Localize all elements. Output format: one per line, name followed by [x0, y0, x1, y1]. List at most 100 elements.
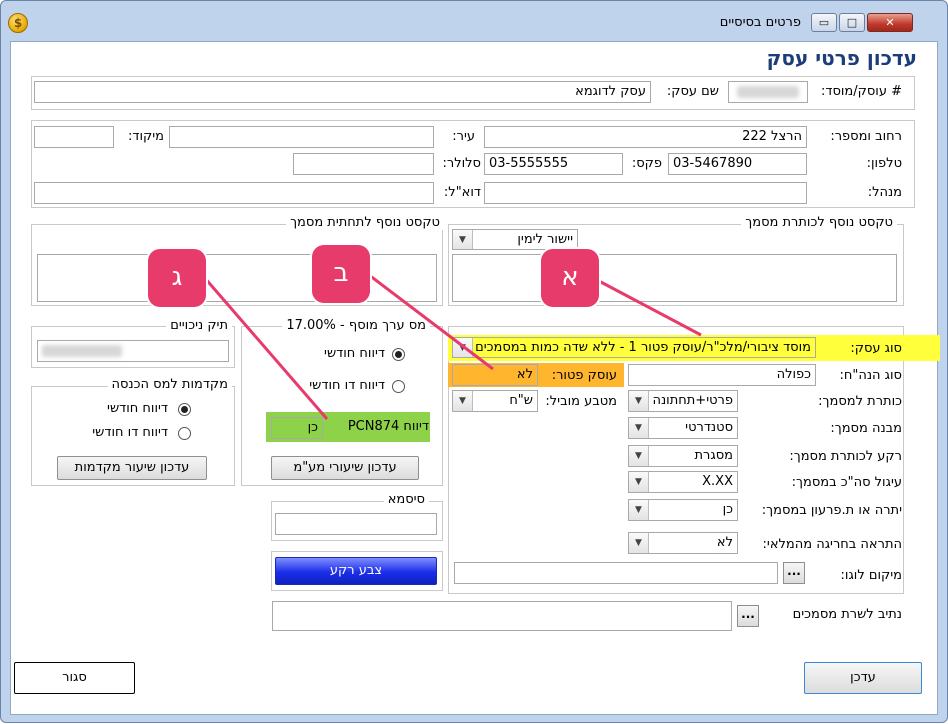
doc-header-value: פרטי+תחתונה: [652, 393, 733, 408]
balance-select[interactable]: ▼ כן: [628, 499, 738, 521]
logo-browse-button[interactable]: ...: [783, 562, 805, 584]
rounding-value: X.XX: [702, 474, 733, 489]
app-window: $ פרטים בסיסיים ▭ □ ✕ עדכון פרטי עסק # ע…: [0, 0, 948, 723]
chevron-down-icon: ▼: [629, 533, 649, 553]
update-button[interactable]: עדכן: [804, 662, 922, 694]
manager-field[interactable]: [484, 182, 807, 204]
logo-label: מיקום לוגו:: [840, 568, 902, 583]
doc-path-label: נתיב לשרת מסמכים: [792, 607, 902, 622]
vat-monthly-label: דיווח חודשי: [324, 346, 385, 361]
vat-bimonthly-radio[interactable]: [392, 380, 405, 393]
fax-field[interactable]: 03-5555555: [484, 153, 623, 175]
currency-select[interactable]: ▼ ש"ח: [452, 390, 538, 412]
deductions-legend: תיק ניכויים: [166, 318, 232, 333]
logo-path-field[interactable]: [454, 562, 778, 584]
header-text-legend: טקסט נוסף לכותרת מסמך: [741, 215, 897, 230]
rounding-label: עיגול סה"כ במסמך:: [791, 475, 902, 490]
business-type-select[interactable]: ▼ מוסד ציבורי/מלכ"ר/עוסק פטור 1 - ללא שד…: [452, 337, 816, 358]
footer-text-legend: טקסט נוסף לתחתית מסמך: [286, 215, 444, 230]
advances-monthly-label: דיווח חודשי: [107, 401, 168, 416]
doc-header-label: כותרת למסמך:: [818, 394, 902, 409]
chevron-down-icon: ▼: [453, 391, 473, 411]
phone-field[interactable]: 03-5467890: [668, 153, 807, 175]
overflow-label: התראה בחריגה מהמלאי:: [762, 537, 902, 552]
header-bg-label: רקע לכותרת מסמך:: [789, 449, 902, 464]
doc-path-browse-button[interactable]: ...: [737, 605, 759, 627]
window-title: פרטים בסיסיים: [719, 15, 801, 30]
rounding-select[interactable]: ▼ X.XX: [628, 471, 738, 493]
email-field[interactable]: [34, 182, 434, 204]
vat-monthly-radio[interactable]: [392, 348, 405, 361]
minimize-button[interactable]: ▭: [811, 13, 837, 32]
header-align-select[interactable]: ▼ יישור לימין: [452, 229, 578, 250]
advances-legend: מקדמות למס הכנסה: [107, 377, 232, 392]
advances-monthly-radio[interactable]: [178, 403, 191, 416]
manager-label: מנהל:: [867, 185, 902, 200]
doc-structure-value: סטנדרטי: [685, 420, 733, 435]
callout-gimel: ג: [148, 249, 206, 307]
footer-text-area[interactable]: [37, 254, 437, 302]
doc-path-field[interactable]: [272, 601, 732, 631]
city-label: עיר:: [452, 129, 475, 144]
business-type-value: מוסד ציבורי/מלכ"ר/עוסק פטור 1 - ללא שדה …: [475, 340, 811, 355]
vat-legend: מס ערך מוסף - 17.00%: [282, 318, 430, 333]
deductions-field[interactable]: [37, 340, 229, 362]
business-name-label: שם עסק:: [666, 84, 719, 99]
pcn-select[interactable]: כן: [271, 417, 323, 439]
password-legend: סיסמא: [383, 492, 429, 507]
callout-bet: ב: [312, 245, 370, 303]
vat-bimonthly-label: דיווח דו חודשי: [309, 378, 385, 393]
chevron-down-icon: ▼: [629, 472, 649, 492]
exempt-field[interactable]: לא: [452, 364, 538, 386]
pcn-label: דיווח PCN874: [347, 419, 429, 434]
balance-label: יתרה או ת.פרעון במסמך:: [761, 503, 902, 518]
currency-label: מטבע מוביל:: [545, 394, 617, 409]
zip-label: מיקוד:: [128, 129, 164, 144]
business-id-label: # עוסק/מוסד:: [820, 84, 902, 99]
password-field[interactable]: [275, 513, 437, 535]
doc-structure-label: מבנה מסמך:: [830, 421, 902, 436]
balance-value: כן: [722, 502, 733, 517]
business-id-field[interactable]: [728, 81, 808, 103]
chevron-down-icon: ▼: [453, 338, 473, 357]
chevron-down-icon: ▼: [453, 230, 473, 249]
bookkeeping-label: סוג הנה"ח:: [839, 368, 902, 383]
chevron-down-icon: ▼: [629, 446, 649, 466]
chevron-down-icon: ▼: [629, 418, 649, 438]
bookkeeping-field[interactable]: כפולה: [628, 364, 816, 386]
header-text-area[interactable]: [452, 254, 897, 302]
mobile-label: סלולר:: [442, 156, 481, 171]
exempt-label: עוסק פטור:: [551, 368, 617, 383]
header-align-value: יישור לימין: [517, 232, 573, 247]
chevron-down-icon: ▼: [629, 391, 649, 411]
doc-header-select[interactable]: ▼ פרטי+תחתונה: [628, 390, 738, 412]
fax-label: פקס:: [631, 156, 662, 171]
header-bg-value: מסגרת: [694, 448, 733, 463]
zip-field[interactable]: [34, 126, 114, 148]
form-client-area: עדכון פרטי עסק # עוסק/מוסד: שם עסק: עסק …: [10, 41, 940, 715]
bg-color-button[interactable]: צבע רקע: [275, 557, 437, 585]
business-type-label: סוג עסק:: [850, 341, 902, 356]
city-field[interactable]: [169, 126, 434, 148]
overflow-value: לא: [716, 535, 733, 550]
street-label: רחוב ומספר:: [830, 129, 902, 144]
update-advances-button[interactable]: עדכון שיעור מקדמות: [57, 456, 207, 480]
header-bg-select[interactable]: ▼ מסגרת: [628, 445, 738, 467]
callout-alef: א: [541, 249, 599, 307]
phone-label: טלפון:: [866, 156, 902, 171]
mobile-field[interactable]: [293, 153, 434, 175]
coin-icon: $: [8, 13, 28, 33]
doc-structure-select[interactable]: ▼ סטנדרטי: [628, 417, 738, 439]
overflow-select[interactable]: ▼ לא: [628, 532, 738, 554]
street-field[interactable]: הרצל 222: [484, 126, 807, 148]
advances-bimonthly-radio[interactable]: [178, 427, 191, 440]
business-name-field[interactable]: עסק לדוגמא: [34, 81, 651, 103]
close-window-button[interactable]: ✕: [867, 13, 913, 32]
currency-value: ש"ח: [509, 393, 533, 408]
maximize-button[interactable]: □: [839, 13, 865, 32]
title-bar[interactable]: $ פרטים בסיסיים ▭ □ ✕: [1, 1, 947, 41]
close-button[interactable]: סגור: [14, 662, 135, 694]
update-vat-button[interactable]: עדכון שיעורי מע"מ: [271, 456, 419, 480]
advances-bimonthly-label: דיווח דו חודשי: [92, 425, 168, 440]
email-label: דוא"ל:: [443, 185, 481, 200]
